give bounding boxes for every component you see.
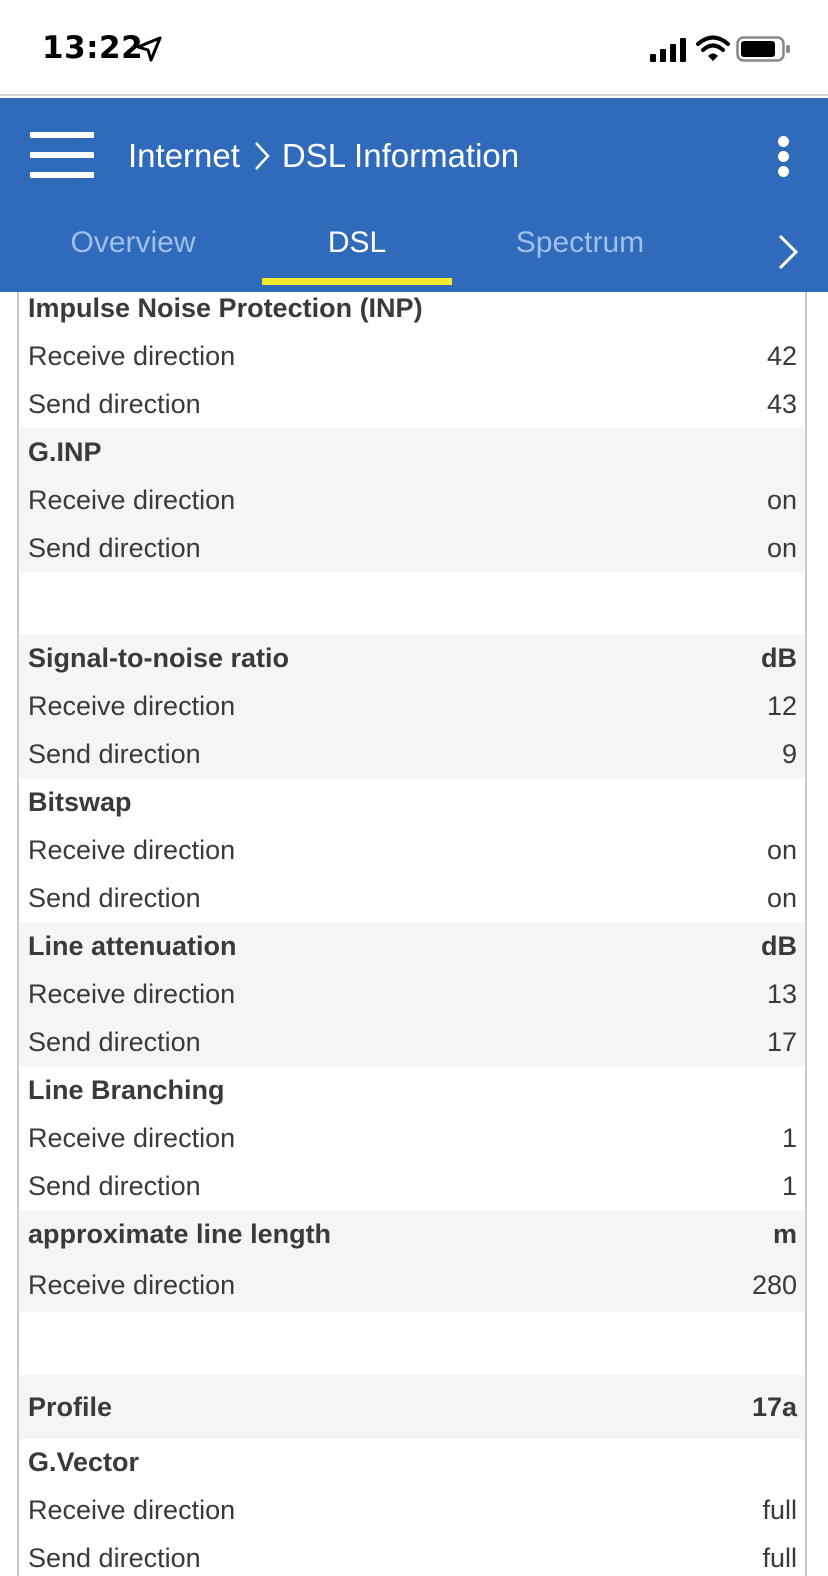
row-label: Receive direction (28, 690, 236, 721)
tab-spectrum[interactable]: Spectrum (500, 226, 660, 270)
row-label: Send direction (28, 1170, 201, 1201)
row-label: Receive direction (28, 484, 236, 515)
row-label: Signal-to-noise ratio (28, 642, 290, 673)
row-value: 12 (766, 690, 797, 721)
chevron-right-icon (255, 142, 270, 170)
row-value: 17 (766, 1026, 797, 1057)
row-label: Send direction (28, 1026, 201, 1057)
row-value: dB (761, 930, 797, 961)
table-row: Receive direction 13 (19, 970, 805, 1018)
table-row: Send direction on (19, 874, 805, 922)
breadcrumb: Internet DSL Information (128, 134, 519, 178)
table-row: Send direction full (19, 1534, 805, 1576)
table-row: Send direction on (19, 524, 805, 572)
row-label: Receive direction (28, 834, 236, 865)
row-value: m (772, 1218, 797, 1249)
cellular-signal-icon (650, 38, 686, 62)
table-row: Receive direction full (19, 1486, 805, 1534)
row-value: 1 (781, 1170, 797, 1201)
table-row: Send direction 9 (19, 730, 805, 778)
dsl-info-table: Impulse Noise Protection (INP) Receive d… (17, 292, 807, 1576)
row-label: Send direction (28, 388, 201, 419)
row-value: full (762, 1494, 797, 1525)
table-row: Receive direction on (19, 826, 805, 874)
location-arrow-icon (136, 36, 162, 62)
row-value: 43 (766, 388, 797, 419)
row-label: G.INP (28, 436, 102, 467)
tab-dsl[interactable]: DSL (262, 226, 452, 270)
app-header: Internet DSL Information Overview DSL Sp… (0, 98, 828, 292)
row-label: Line Branching (28, 1074, 225, 1105)
row-label: G.Vector (28, 1446, 140, 1477)
section-header-bitswap: Bitswap (19, 778, 805, 826)
row-value: 9 (781, 738, 797, 769)
row-value: 42 (766, 340, 797, 371)
row-label: Impulse Noise Protection (INP) (28, 292, 423, 323)
table-row: Receive direction 280 (19, 1258, 805, 1312)
section-header-profile: Profile 17a (19, 1375, 805, 1439)
table-row: Send direction 1 (19, 1162, 805, 1210)
row-label: Receive direction (28, 1122, 236, 1153)
row-value: on (766, 532, 797, 563)
row-label: Receive direction (28, 1269, 236, 1300)
row-label: Bitswap (28, 786, 132, 817)
row-value: on (766, 834, 797, 865)
row-label: Profile (28, 1391, 113, 1422)
section-header-line-length: approximate line length m (19, 1210, 805, 1258)
status-bar: 13:22 (0, 0, 828, 96)
row-label: Send direction (28, 532, 201, 563)
table-row: Receive direction 12 (19, 682, 805, 730)
row-value: 17a (751, 1391, 797, 1422)
battery-icon (736, 36, 790, 62)
row-value: 1 (781, 1122, 797, 1153)
wifi-icon (696, 35, 730, 61)
section-header-line-attenuation: Line attenuation dB (19, 922, 805, 970)
active-tab-indicator (262, 278, 452, 285)
section-header-line-branching: Line Branching (19, 1066, 805, 1114)
row-value: dB (761, 642, 797, 673)
row-label: approximate line length (28, 1218, 332, 1249)
section-header-gvector: G.Vector (19, 1438, 805, 1486)
table-row: Receive direction 42 (19, 332, 805, 380)
hamburger-menu-icon[interactable] (30, 132, 96, 182)
row-value: 280 (751, 1269, 797, 1300)
breadcrumb-internet[interactable]: Internet (128, 137, 240, 175)
status-time: 13:22 (42, 30, 144, 66)
table-row: Receive direction 1 (19, 1114, 805, 1162)
section-header-ginp: G.INP (19, 428, 805, 476)
more-vertical-icon[interactable] (772, 136, 796, 177)
row-value: full (762, 1542, 797, 1573)
row-label: Receive direction (28, 340, 236, 371)
row-label: Send direction (28, 1542, 201, 1573)
row-value: on (766, 882, 797, 913)
row-label: Line attenuation (28, 930, 237, 961)
section-header-snr: Signal-to-noise ratio dB (19, 634, 805, 682)
row-value: on (766, 484, 797, 515)
breadcrumb-dsl-information: DSL Information (281, 137, 520, 174)
table-row: Receive direction on (19, 476, 805, 524)
row-value: 13 (766, 978, 797, 1009)
row-label: Receive direction (28, 1494, 236, 1525)
row-label: Send direction (28, 738, 201, 769)
table-row: Send direction 43 (19, 380, 805, 428)
tab-overview[interactable]: Overview (58, 226, 208, 270)
tabs-next-chevron-icon[interactable] (776, 232, 800, 272)
table-row: Send direction 17 (19, 1018, 805, 1066)
row-label: Send direction (28, 882, 201, 913)
row-label: Receive direction (28, 978, 236, 1009)
section-header-inp: Impulse Noise Protection (INP) (19, 292, 805, 332)
